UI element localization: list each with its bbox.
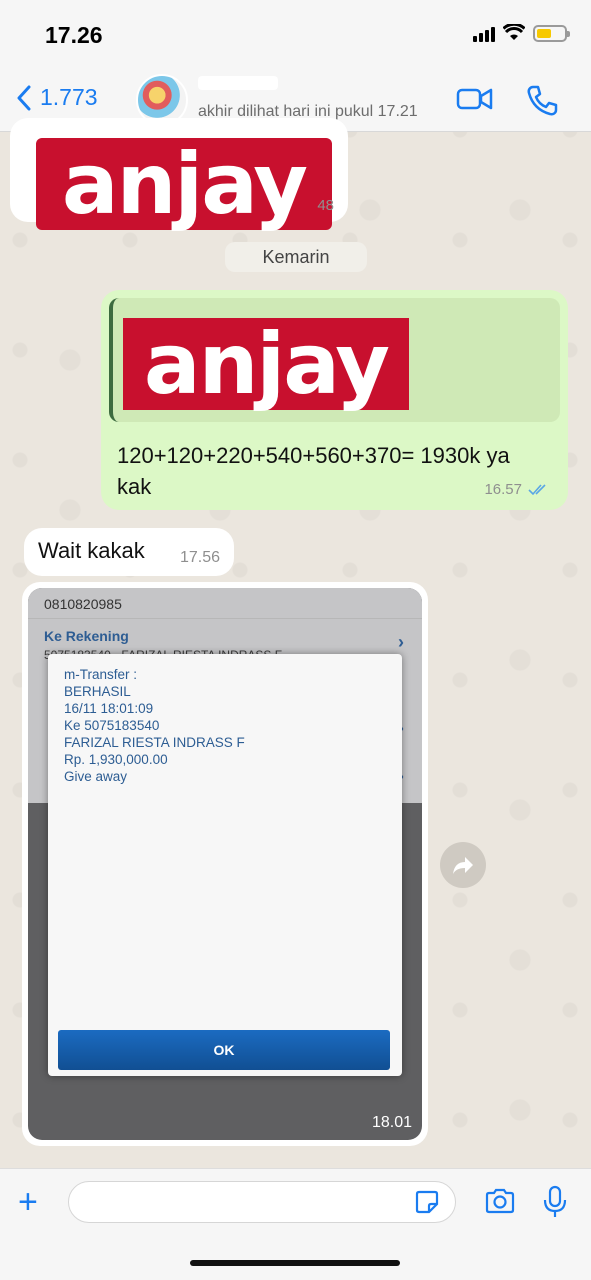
incoming-message[interactable]: Wait kakak 17.56 bbox=[24, 528, 234, 576]
contact-name-redacted[interactable] bbox=[198, 76, 278, 90]
message-meta: 16.57 bbox=[484, 481, 550, 498]
chevron-right-icon: › bbox=[398, 632, 404, 652]
message-text: Wait kakak bbox=[38, 538, 145, 563]
status-icons bbox=[473, 24, 570, 42]
unread-count: 1.773 bbox=[40, 84, 98, 110]
incoming-image-message[interactable]: anjay 48 bbox=[10, 118, 348, 233]
dialog-line: Rp. 1,930,000.00 bbox=[64, 752, 168, 767]
back-button[interactable]: 1.773 bbox=[16, 84, 98, 111]
transfer-receipt-image[interactable]: 0810820985 Ke Rekening 5075183540 - FARI… bbox=[28, 588, 422, 1140]
double-check-icon bbox=[528, 483, 546, 495]
anjay-logo-image: anjay bbox=[36, 135, 332, 233]
attach-plus-button[interactable]: + bbox=[18, 1185, 38, 1219]
status-bar: 17.26 bbox=[0, 0, 591, 70]
dialog-line: 16/11 18:01:09 bbox=[64, 701, 154, 716]
wifi-icon bbox=[503, 24, 525, 40]
quoted-reply[interactable]: anjay bbox=[109, 298, 560, 422]
message-timestamp: 16.57 bbox=[484, 481, 522, 498]
sticker-icon[interactable] bbox=[414, 1189, 440, 1215]
dialog-line: Give away bbox=[64, 769, 128, 784]
forward-button[interactable] bbox=[440, 842, 486, 888]
message-timestamp: 18.01 bbox=[371, 1114, 412, 1131]
phone-call-icon[interactable] bbox=[525, 84, 559, 118]
home-indicator bbox=[190, 1260, 400, 1266]
message-input[interactable] bbox=[68, 1181, 456, 1223]
battery-icon bbox=[533, 24, 570, 42]
transfer-dialog: m-Transfer : BERHASIL 16/11 18:01:09 Ke … bbox=[48, 654, 402, 1076]
dialog-line: Ke 5075183540 bbox=[64, 718, 160, 733]
forward-icon bbox=[453, 857, 473, 874]
microphone-icon[interactable] bbox=[542, 1185, 568, 1219]
dialog-line: m-Transfer : bbox=[64, 667, 138, 682]
dialog-text: m-Transfer : BERHASIL 16/11 18:01:09 Ke … bbox=[64, 666, 245, 785]
chevron-left-icon bbox=[17, 85, 31, 110]
message-timestamp: 48 bbox=[317, 197, 334, 214]
incoming-image-message[interactable]: 0810820985 Ke Rekening 5075183540 - FARI… bbox=[22, 582, 428, 1146]
ok-button: OK bbox=[58, 1030, 390, 1070]
dialog-line: FARIZAL RIESTA INDRASS F bbox=[64, 735, 245, 750]
dialog-line: BERHASIL bbox=[64, 684, 131, 699]
camera-icon[interactable] bbox=[484, 1187, 516, 1215]
message-timestamp: 17.56 bbox=[179, 549, 220, 566]
message-text: 120+120+220+540+560+370= 1930k ya kak bbox=[117, 443, 510, 499]
ke-rekening-label: Ke Rekening bbox=[44, 628, 129, 644]
anjay-logo-image: anjay bbox=[123, 315, 409, 413]
status-time: 17.26 bbox=[45, 22, 103, 48]
video-call-icon[interactable] bbox=[456, 84, 494, 114]
signal-icon bbox=[473, 24, 495, 42]
divider bbox=[28, 618, 422, 619]
date-separator: Kemarin bbox=[225, 242, 367, 272]
outgoing-message[interactable]: anjay 120+120+220+540+560+370= 1930k ya … bbox=[101, 290, 568, 510]
account-number: 0810820985 bbox=[44, 596, 122, 612]
